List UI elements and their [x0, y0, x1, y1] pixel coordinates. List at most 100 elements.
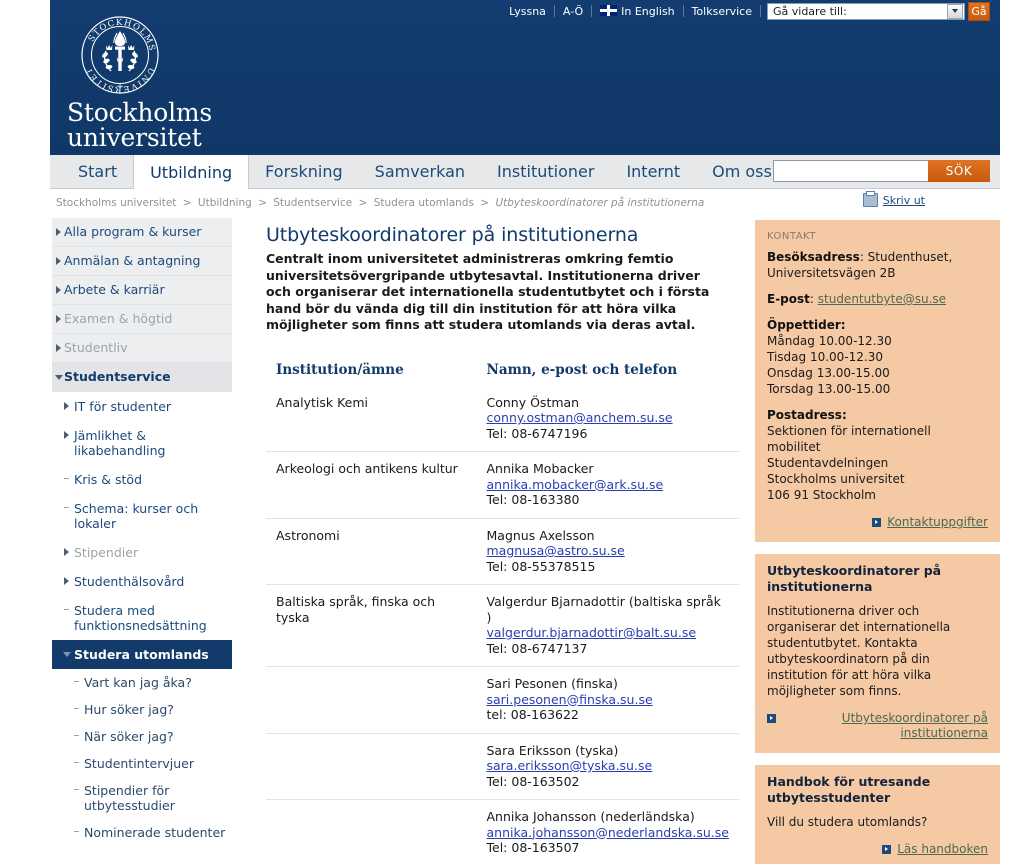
sidebar-item-studenthalsovard[interactable]: Studenthälsovård	[52, 567, 232, 596]
contact-email-link[interactable]: studentutbyte@su.se	[818, 292, 946, 306]
contact-email-link[interactable]: magnusa@astro.su.se	[487, 543, 625, 558]
promo-text: Institutionerna driver och organiserar d…	[767, 604, 951, 698]
breadcrumb-item-2[interactable]: Studentservice	[273, 197, 352, 209]
dash-icon	[74, 681, 79, 682]
contact-email-link[interactable]: annika.johansson@nederlandska.su.se	[487, 825, 730, 840]
breadcrumb-separator: >	[358, 196, 368, 209]
nav-item-forskning[interactable]: Forskning	[249, 155, 358, 188]
breadcrumb-item-1[interactable]: Utbildning	[198, 197, 252, 209]
sidebar-item-studentliv[interactable]: Studentliv	[52, 334, 232, 363]
site-container: Lyssna A-Ö In English Tolkservice Gå vid…	[50, 0, 1000, 864]
contact-email-link[interactable]: sari.pesonen@finska.su.se	[487, 692, 653, 707]
svg-text:+: +	[116, 82, 124, 92]
sidebar-item-kris-stod[interactable]: Kris & stöd	[52, 465, 232, 494]
toolbar-link-tolkservice[interactable]: Tolkservice	[684, 5, 760, 18]
promo-text: Vill du studera utomlands?	[767, 815, 928, 829]
site-logo[interactable]: STOCKHOLMS UNIVERSITET + Stockholms univ…	[67, 13, 212, 150]
page-body: Alla program & kurser Anmälan & antagnin…	[50, 216, 1000, 864]
sidebar-item-studera-med-funktionsnedsattning[interactable]: Studera med funktionsnedsättning	[52, 596, 232, 640]
nav-item-start[interactable]: Start	[62, 155, 133, 188]
contact-name: Valgerdur Bjarnadottir (baltiska språk )	[486, 594, 721, 625]
postal-address-label: Postadress:	[767, 408, 847, 422]
contact-email-link[interactable]: valgerdur.bjarnadottir@balt.su.se	[487, 625, 697, 640]
sidebar-item-examen-hogtid[interactable]: Examen & högtid	[52, 305, 232, 334]
sidebar-item-anmalan-antagning[interactable]: Anmälan & antagning	[52, 247, 232, 276]
cell-contact: Annika Mobacker annika.mobacker@ark.su.s…	[476, 451, 739, 518]
contact-email-link[interactable]: conny.ostman@anchem.su.se	[487, 410, 673, 425]
sidebar-item-label: Arbete & karriär	[64, 282, 165, 297]
sidebar-item-alla-program-kurser[interactable]: Alla program & kurser	[52, 218, 232, 247]
table-row: Astronomi Magnus Axelsson magnusa@astro.…	[266, 517, 739, 585]
promo-link[interactable]: Utbyteskoordinatorer på institutionerna	[782, 711, 988, 741]
cell-institution	[266, 666, 477, 733]
table-header-row: Institution/ämne Namn, e-post och telefo…	[266, 362, 739, 392]
contact-phone: Tel: 08-163507	[486, 840, 580, 855]
nav-item-internt[interactable]: Internt	[610, 155, 696, 188]
contact-name: Sari Pesonen (finska)	[486, 676, 618, 691]
print-page-control[interactable]: Skriv ut	[862, 191, 925, 207]
nav-item-utbildning[interactable]: Utbildning	[133, 155, 250, 189]
breadcrumb-item-0[interactable]: Stockholms universitet	[56, 197, 176, 209]
contact-email-link[interactable]: sara.eriksson@tyska.su.se	[487, 758, 653, 773]
contact-details-link[interactable]: Kontaktuppgifter	[887, 515, 988, 530]
sidebar-item-nar-soker-jag[interactable]: När söker jag?	[52, 723, 232, 750]
print-page-link[interactable]: Skriv ut	[883, 194, 925, 207]
logo-line-2: universitet	[67, 123, 202, 152]
dash-icon	[74, 708, 79, 709]
chevron-right-icon	[64, 577, 69, 585]
site-header: Lyssna A-Ö In English Tolkservice Gå vid…	[50, 0, 1000, 155]
sidebar-item-hur-soker-jag[interactable]: Hur söker jag?	[52, 696, 232, 723]
right-sidebar: KONTAKT Besöksadress: Studenthuset, Univ…	[755, 216, 1000, 864]
promo-box-coordinators: Utbyteskoordinatorer på institutionerna …	[755, 554, 1000, 753]
nav-item-institutioner[interactable]: Institutioner	[481, 155, 610, 188]
table-row: Annika Johansson (nederländska) annika.j…	[266, 799, 739, 864]
sidebar-item-label: Anmälan & antagning	[64, 253, 201, 268]
search-button[interactable]: SÖK	[928, 160, 990, 182]
uk-flag-icon	[600, 4, 618, 16]
sidebar-item-it-for-studenter[interactable]: IT för studenter	[52, 392, 232, 421]
goto-submit-button[interactable]: Gå	[968, 1, 990, 21]
sidebar-item-vart-kan-jag-aka[interactable]: Vart kan jag åka?	[52, 669, 232, 696]
coordinators-table: Institution/ämne Namn, e-post och telefo…	[266, 362, 739, 864]
table-row: Analytisk Kemi Conny Östman conny.ostman…	[266, 392, 739, 452]
sidebar-item-nominerade-studenter[interactable]: Nominerade studenter	[52, 819, 232, 846]
chevron-right-icon	[56, 257, 61, 265]
sidebar-item-stipendier-for-utbytesstudier[interactable]: Stipendier för utbytesstudier	[52, 777, 232, 819]
email-colon: :	[809, 292, 818, 306]
opening-hours-label: Öppettider:	[767, 318, 846, 332]
breadcrumb-item-3[interactable]: Studera utomlands	[374, 197, 474, 209]
chevron-down-icon[interactable]	[947, 3, 963, 19]
cell-contact: Magnus Axelsson magnusa@astro.su.se Tel:…	[476, 517, 739, 585]
chevron-right-icon	[56, 286, 61, 294]
toolbar-link-a-o[interactable]: A-Ö	[555, 5, 591, 18]
toolbar-link-lyssna[interactable]: Lyssna	[501, 5, 554, 18]
contact-email-link[interactable]: annika.mobacker@ark.su.se	[487, 477, 664, 492]
goto-select[interactable]: Gå vidare till:	[767, 2, 965, 20]
utility-toolbar: Lyssna A-Ö In English Tolkservice Gå vid…	[501, 1, 990, 21]
toolbar-link-in-english[interactable]: In English	[592, 4, 682, 18]
sidebar-item-label: Studera utomlands	[74, 647, 209, 662]
opening-hours: Öppettider: Måndag 10.00-12.30 Tisdag 10…	[767, 317, 988, 397]
cell-institution	[266, 732, 477, 800]
contact-phone: Tel: 08-6747196	[486, 425, 588, 441]
sidebar-item-studentintervjuer[interactable]: Studentintervjuer	[52, 750, 232, 777]
page-intro: Centralt inom universitetet administrera…	[266, 251, 710, 332]
sidebar-item-stipendier[interactable]: Stipendier	[52, 538, 232, 567]
sidebar-item-schema-kurser-lokaler[interactable]: Schema: kurser och lokaler	[52, 494, 232, 538]
column-header-institution: Institution/ämne	[276, 361, 404, 378]
breadcrumb-separator: >	[182, 196, 192, 209]
cell-institution: Arkeologi och antikens kultur	[266, 451, 477, 518]
sidebar-item-studentservice[interactable]: Studentservice	[52, 363, 232, 392]
sidebar-item-studera-utomlands[interactable]: Studera utomlands	[52, 640, 232, 669]
sidebar-item-label: Studentservice	[64, 369, 171, 384]
sidebar-item-arbete-karriar[interactable]: Arbete & karriär	[52, 276, 232, 305]
nav-item-samverkan[interactable]: Samverkan	[359, 155, 481, 188]
table-row: Baltiska språk, finska och tyska Valgerd…	[266, 584, 739, 667]
promo-link[interactable]: Läs handboken	[897, 842, 988, 857]
visiting-address-label: Besöksadress	[767, 250, 860, 264]
contact-phone: Tel: 08-6747137	[486, 640, 588, 656]
dash-icon	[64, 609, 69, 610]
search-input[interactable]	[773, 160, 928, 182]
sidebar-item-jamlikhet-likabehandling[interactable]: Jämlikhet & likabehandling	[52, 421, 232, 465]
